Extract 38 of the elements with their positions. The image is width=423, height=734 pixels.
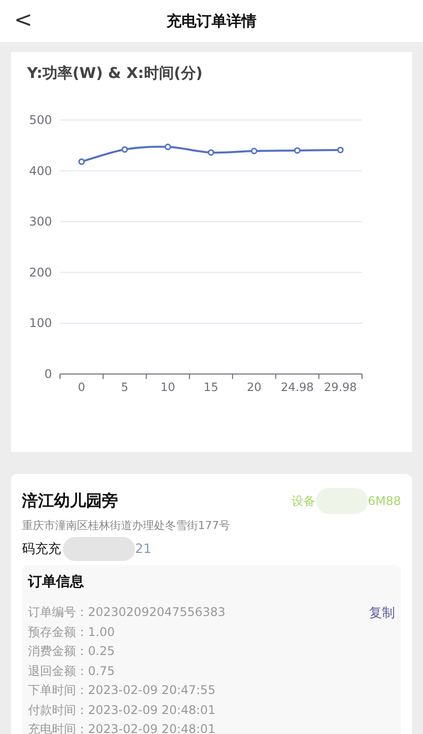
redaction-blur [63, 537, 135, 561]
x-tick-label: 15 [204, 380, 218, 394]
info-line: 下单时间：2023-02-09 20:47:55 [28, 682, 216, 699]
data-point [164, 144, 172, 150]
info-line: 消费金额：0.25 [28, 643, 115, 660]
info-line: 预存金额：1.00 [28, 624, 115, 640]
x-tick-label: 24.98 [280, 380, 314, 394]
page-title: 充电订单详情 [166, 12, 256, 30]
y-tick-label: 200 [29, 265, 52, 280]
y-tick-label: 100 [29, 316, 52, 330]
station-name: 涪江幼儿园旁 [22, 490, 118, 512]
y-tick-label: 500 [29, 113, 52, 127]
y-tick-label: 400 [29, 164, 52, 178]
copy-link[interactable]: 复制 [369, 603, 395, 622]
chart-title: Y:功率(W) & X:时间(分) [26, 63, 204, 84]
info-line: 付款时间：2023-02-09 20:48:01 [28, 702, 216, 718]
x-tick-label: 5 [121, 380, 128, 394]
section-title: 订单信息 [28, 573, 85, 591]
station-address: 重庆市潼南区桂林街道办理处冬雪街177号 [22, 518, 231, 533]
x-tick-label: 20 [246, 380, 262, 394]
info-line: 退回金额：0.75 [28, 662, 115, 680]
data-point [78, 158, 85, 165]
data-point [250, 148, 258, 154]
back-button[interactable]: < [10, 8, 36, 33]
operator-name: 码充充 [22, 541, 61, 558]
x-tick-label: 10 [160, 380, 176, 394]
data-point [294, 147, 301, 154]
data-point [121, 146, 128, 153]
x-tick-label: 29.98 [324, 380, 357, 394]
x-tick-label: 0 [78, 380, 86, 394]
data-point [337, 146, 344, 154]
phone-number: 21 [135, 542, 152, 556]
info-line: 订单编号：202302092047556383 [28, 604, 226, 621]
device-code: 6M88 [368, 494, 401, 508]
device-label: 设备 [292, 492, 316, 510]
data-point [208, 149, 214, 156]
y-tick-label: 300 [29, 214, 52, 229]
y-tick-label: 0 [44, 367, 52, 381]
